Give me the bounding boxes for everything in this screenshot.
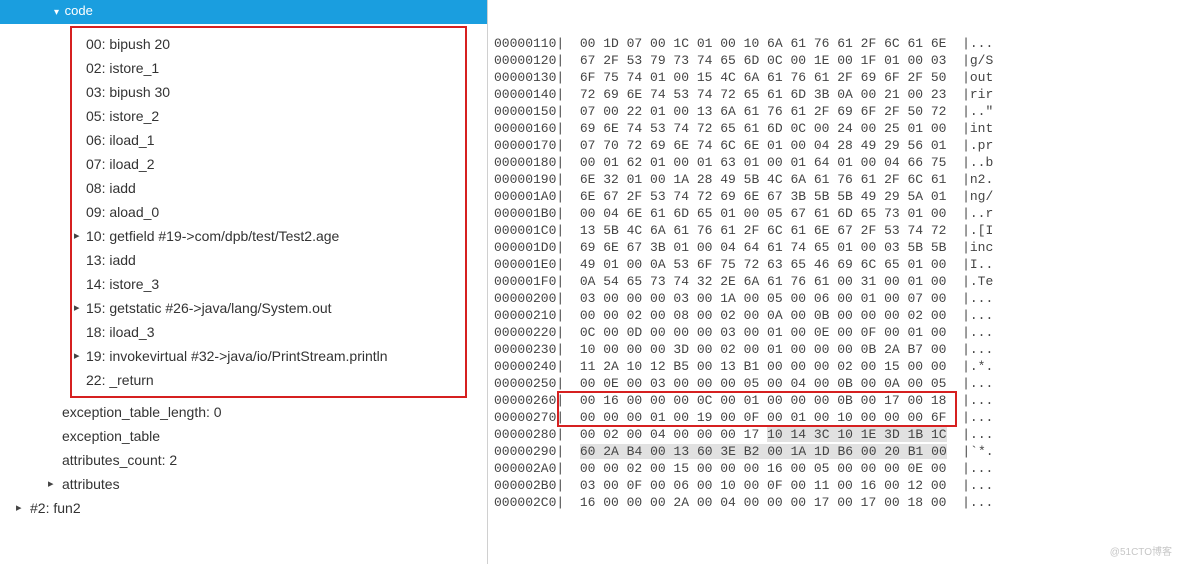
hex-row[interactable]: 000001C0| 13 5B 4C 6A 61 76 61 2F 6C 61 … bbox=[494, 222, 1184, 239]
bytecode-line[interactable]: 03: bipush 30 bbox=[72, 80, 465, 104]
bytecode-tree-panel: ▾ code 00: bipush 2002: istore_103: bipu… bbox=[0, 0, 488, 564]
hex-view-panel: 00000110| 00 1D 07 00 1C 01 00 10 6A 61 … bbox=[488, 0, 1184, 564]
bytecode-line[interactable]: 09: aload_0 bbox=[72, 200, 465, 224]
collapse-icon: ▾ bbox=[54, 7, 59, 18]
hex-row[interactable]: 000001A0| 6E 67 2F 53 74 72 69 6E 67 3B … bbox=[494, 188, 1184, 205]
hex-row[interactable]: 000002C0| 16 00 00 00 2A 00 04 00 00 00 … bbox=[494, 494, 1184, 511]
hex-row[interactable]: 00000210| 00 00 02 00 08 00 02 00 0A 00 … bbox=[494, 307, 1184, 324]
hex-row[interactable]: 000001D0| 69 6E 67 3B 01 00 04 64 61 74 … bbox=[494, 239, 1184, 256]
bytecode-line[interactable]: 22: _return bbox=[72, 368, 465, 392]
hex-row[interactable]: 00000120| 67 2F 53 79 73 74 65 6D 0C 00 … bbox=[494, 52, 1184, 69]
bytecode-line[interactable]: 06: iload_1 bbox=[72, 128, 465, 152]
hex-row[interactable]: 000001B0| 00 04 6E 61 6D 65 01 00 05 67 … bbox=[494, 205, 1184, 222]
bytecode-listing: 00: bipush 2002: istore_103: bipush 3005… bbox=[70, 26, 467, 398]
bytecode-line[interactable]: 15: getstatic #26->java/lang/System.out bbox=[72, 296, 465, 320]
code-header-label: code bbox=[65, 3, 93, 18]
tree-item[interactable]: attributes bbox=[0, 472, 487, 496]
code-section-header[interactable]: ▾ code bbox=[0, 0, 487, 24]
hex-row[interactable]: 00000260| 00 16 00 00 00 0C 00 01 00 00 … bbox=[494, 392, 1184, 409]
bytecode-line[interactable]: 05: istore_2 bbox=[72, 104, 465, 128]
bytecode-line[interactable]: 14: istore_3 bbox=[72, 272, 465, 296]
hex-row[interactable]: 00000180| 00 01 62 01 00 01 63 01 00 01 … bbox=[494, 154, 1184, 171]
hex-row[interactable]: 00000230| 10 00 00 00 3D 00 02 00 01 00 … bbox=[494, 341, 1184, 358]
tree-item[interactable]: exception_table bbox=[0, 424, 487, 448]
hex-row[interactable]: 00000110| 00 1D 07 00 1C 01 00 10 6A 61 … bbox=[494, 35, 1184, 52]
watermark: @51CTO博客 bbox=[1110, 543, 1172, 558]
tree-item[interactable]: #2: fun2 bbox=[0, 496, 487, 520]
bytecode-line[interactable]: 00: bipush 20 bbox=[72, 32, 465, 56]
hex-row[interactable]: 00000140| 72 69 6E 74 53 74 72 65 61 6D … bbox=[494, 86, 1184, 103]
bytecode-line[interactable]: 19: invokevirtual #32->java/io/PrintStre… bbox=[72, 344, 465, 368]
bytecode-line[interactable]: 07: iload_2 bbox=[72, 152, 465, 176]
bytecode-line[interactable]: 18: iload_3 bbox=[72, 320, 465, 344]
hex-row[interactable]: 00000240| 11 2A 10 12 B5 00 13 B1 00 00 … bbox=[494, 358, 1184, 375]
hex-row[interactable]: 00000150| 07 00 22 01 00 13 6A 61 76 61 … bbox=[494, 103, 1184, 120]
hex-row[interactable]: 000002B0| 03 00 0F 00 06 00 10 00 0F 00 … bbox=[494, 477, 1184, 494]
bytecode-line[interactable]: 13: iadd bbox=[72, 248, 465, 272]
hex-row[interactable]: 000001F0| 0A 54 65 73 74 32 2E 6A 61 76 … bbox=[494, 273, 1184, 290]
hex-row[interactable]: 00000220| 0C 00 0D 00 00 00 03 00 01 00 … bbox=[494, 324, 1184, 341]
hex-row[interactable]: 00000130| 6F 75 74 01 00 15 4C 6A 61 76 … bbox=[494, 69, 1184, 86]
hex-row[interactable]: 00000190| 6E 32 01 00 1A 28 49 5B 4C 6A … bbox=[494, 171, 1184, 188]
bytecode-line[interactable]: 02: istore_1 bbox=[72, 56, 465, 80]
tree-item[interactable]: exception_table_length: 0 bbox=[0, 400, 487, 424]
hex-row[interactable]: 00000160| 69 6E 74 53 74 72 65 61 6D 0C … bbox=[494, 120, 1184, 137]
hex-row[interactable]: 00000290| 60 2A B4 00 13 60 3E B2 00 1A … bbox=[494, 443, 1184, 460]
hex-row[interactable]: 000001E0| 49 01 00 0A 53 6F 75 72 63 65 … bbox=[494, 256, 1184, 273]
bytecode-line[interactable]: 08: iadd bbox=[72, 176, 465, 200]
hex-row[interactable]: 00000200| 03 00 00 00 03 00 1A 00 05 00 … bbox=[494, 290, 1184, 307]
bytecode-line[interactable]: 10: getfield #19->com/dpb/test/Test2.age bbox=[72, 224, 465, 248]
hex-row[interactable]: 000002A0| 00 00 02 00 15 00 00 00 16 00 … bbox=[494, 460, 1184, 477]
hex-row[interactable]: 00000280| 00 02 00 04 00 00 00 17 10 14 … bbox=[494, 426, 1184, 443]
hex-row[interactable]: 00000270| 00 00 00 01 00 19 00 0F 00 01 … bbox=[494, 409, 1184, 426]
hex-row[interactable]: 00000250| 00 0E 00 03 00 00 00 05 00 04 … bbox=[494, 375, 1184, 392]
hex-row[interactable]: 00000170| 07 70 72 69 6E 74 6C 6E 01 00 … bbox=[494, 137, 1184, 154]
tree-item[interactable]: attributes_count: 2 bbox=[0, 448, 487, 472]
